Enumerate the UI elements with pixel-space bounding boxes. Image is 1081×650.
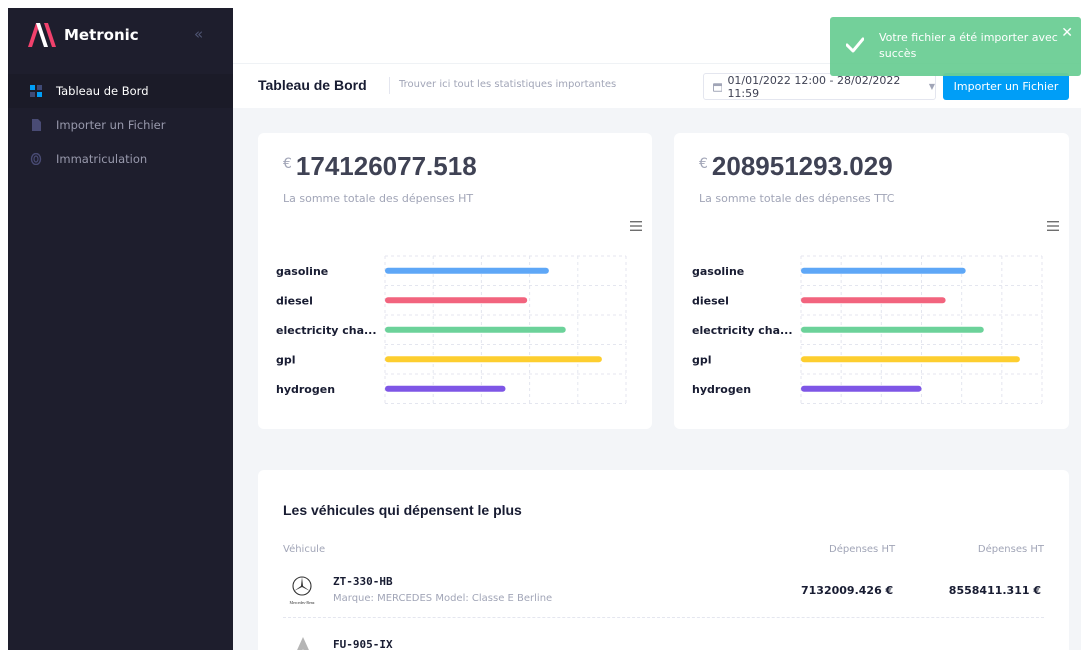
column-header-ht: Dépenses HT [829, 544, 896, 555]
table-row[interactable]: FU-905-IX [283, 630, 1044, 650]
sidebar-item-label: Immatriculation [56, 152, 148, 166]
stat-card-ht: € 174126077.518 La somme totale des dépe… [258, 133, 652, 429]
fingerprint-icon [30, 153, 42, 165]
check-icon [846, 37, 864, 53]
stat-label: La somme totale des dépenses HT [283, 192, 474, 205]
stat-card-ttc: € 208951293.029 La somme totale des dépe… [674, 133, 1069, 429]
title-divider [389, 77, 390, 94]
bar-gpl [801, 356, 1020, 363]
category-label: hydrogen [276, 383, 335, 396]
bar-electricitycha [801, 326, 984, 333]
brand[interactable]: Metronic « [8, 8, 233, 62]
logo-caption: Mercedes-Benz [289, 600, 314, 605]
expense-ht: 7132009.426 € [801, 584, 894, 597]
car-brand-logo-icon [297, 637, 309, 650]
bar-chart-ttc: gasoline diesel electricity cha... gpl hydro… [692, 255, 1043, 404]
import-file-button[interactable]: Importer un Fichier [943, 73, 1069, 100]
main-content: € 174126077.518 La somme totale des dépe… [233, 108, 1081, 650]
bar-diesel [801, 297, 946, 304]
table-row[interactable]: Mercedes-Benz ZT-330-HB Marque: MERCEDES… [283, 568, 1044, 618]
category-label: diesel [276, 294, 313, 307]
bar-gasoline [385, 267, 549, 274]
dashboard-icon [30, 85, 42, 97]
mercedes-logo-icon: Mercedes-Benz [287, 575, 317, 607]
close-icon[interactable]: ✕ [1061, 25, 1073, 41]
stat-total-ht: € 174126077.518 [283, 151, 477, 182]
date-range-picker[interactable]: 01/01/2022 12:00 - 28/02/2022 11:59 ▼ [703, 73, 936, 100]
table-title: Les véhicules qui dépensent le plus [283, 502, 522, 518]
chart-menu-icon[interactable] [1047, 221, 1059, 231]
category-label: gasoline [692, 265, 744, 278]
calendar-icon [713, 82, 723, 92]
page-description: Trouver ici tout les statistiques import… [399, 79, 617, 90]
success-toast: Votre fichier a été importer avec succès… [830, 17, 1081, 76]
chevron-down-icon: ▼ [928, 82, 935, 91]
category-label: gpl [276, 353, 296, 366]
bar-diesel [385, 297, 528, 304]
sidebar-item-label: Importer un Fichier [56, 118, 166, 132]
expense-ttc: 8558411.311 € [948, 584, 1041, 597]
toast-message: Votre fichier a été importer avec succès [879, 31, 1058, 60]
metronic-logo-icon [28, 23, 56, 47]
stat-total-ttc: € 208951293.029 [699, 151, 893, 182]
vehicle-plate: ZT-330-HB [333, 575, 393, 588]
vehicle-details: Marque: MERCEDES Model: Classe E Berline [333, 593, 553, 604]
category-label: diesel [692, 294, 729, 307]
sidebar-item-registration[interactable]: Immatriculation [8, 142, 233, 176]
bar-gpl [385, 356, 602, 363]
sidebar-item-import[interactable]: Importer un Fichier [8, 108, 233, 142]
top-vehicles-card: Les véhicules qui dépensent le plus Véhi… [258, 470, 1069, 650]
category-label: gpl [692, 353, 712, 366]
page-title: Tableau de Bord [258, 77, 367, 93]
bar-hydrogen [801, 385, 922, 392]
bar-electricitycha [385, 326, 566, 333]
category-label: gasoline [276, 265, 328, 278]
category-label: electricity cha... [692, 324, 793, 337]
category-label: electricity cha... [276, 324, 377, 337]
stat-value: 174126077.518 [295, 151, 477, 181]
bar-gasoline [801, 267, 966, 274]
collapse-sidebar-icon[interactable]: « [194, 25, 203, 43]
vehicle-plate: FU-905-IX [333, 638, 393, 650]
sidebar: Metronic « Tableau de Bord Importer un F… [8, 8, 233, 650]
brand-name: Metronic [64, 26, 139, 44]
currency-symbol: € [699, 156, 708, 172]
column-header-vehicle: Véhicule [283, 544, 326, 555]
chart-menu-icon[interactable] [630, 221, 642, 231]
stat-label: La somme totale des dépenses TTC [699, 192, 895, 205]
file-icon [32, 119, 41, 131]
sidebar-item-label: Tableau de Bord [56, 84, 149, 98]
column-header-ttc: Dépenses HT [977, 544, 1044, 555]
stat-value: 208951293.029 [711, 151, 893, 181]
sidebar-item-dashboard[interactable]: Tableau de Bord [8, 74, 233, 108]
currency-symbol: € [283, 156, 292, 172]
date-range-value: 01/01/2022 12:00 - 28/02/2022 11:59 [727, 73, 901, 100]
sidebar-menu: Tableau de Bord Importer un Fichier Imma… [8, 74, 233, 176]
category-label: hydrogen [692, 383, 751, 396]
bar-hydrogen [385, 385, 506, 392]
bar-chart-ht: gasoline diesel electricity cha... gpl hydro… [276, 255, 627, 404]
